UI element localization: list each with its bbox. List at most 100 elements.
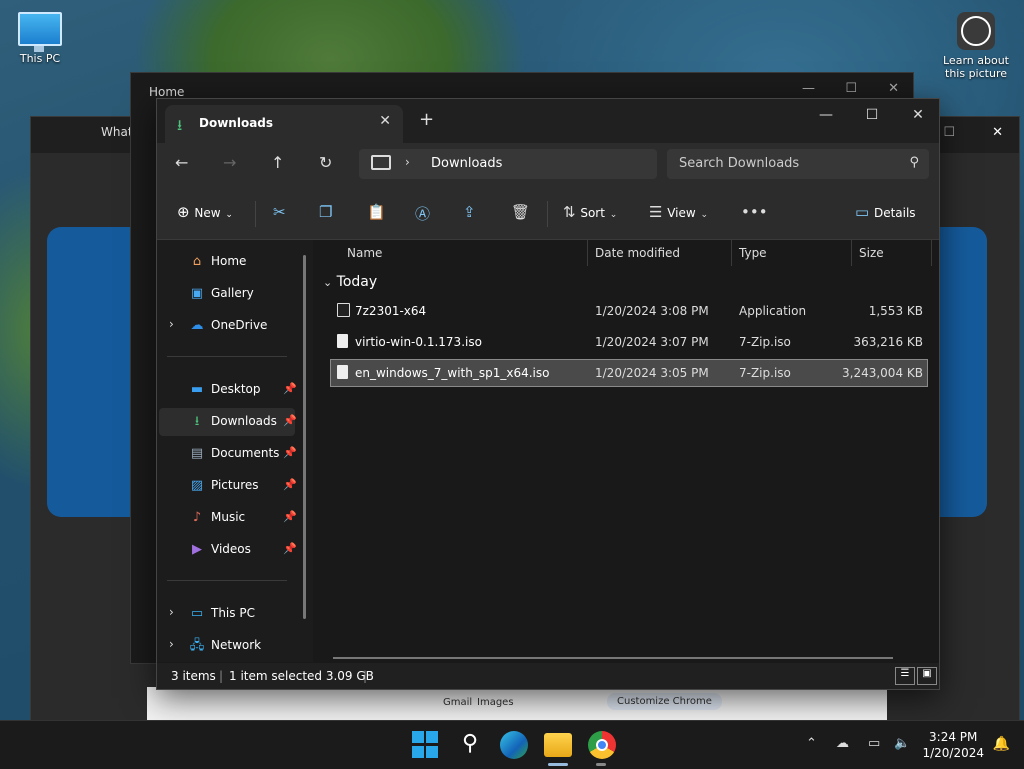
network-icon: 🖧 <box>189 638 205 653</box>
maximize-icon[interactable]: ☐ <box>857 107 887 123</box>
search-icon: ⚲ <box>909 155 919 170</box>
chevron-right-icon[interactable]: › <box>169 605 174 619</box>
gallery-icon: ▣ <box>190 286 204 301</box>
maximize-icon[interactable]: ☐ <box>943 125 955 140</box>
sidebar-item-this-pc[interactable]: › ▭ This PC <box>159 600 295 628</box>
search-icon[interactable]: ⚲ <box>456 731 484 759</box>
column-date-modified[interactable]: Date modified <box>595 246 680 260</box>
sidebar-item-videos[interactable]: ▶ Videos 📌 <box>159 536 297 564</box>
pin-icon[interactable]: 📌 <box>283 446 297 459</box>
chrome-footer-bar: Gmail Images Customize Chrome <box>147 687 887 721</box>
active-indicator <box>548 763 568 766</box>
back-icon[interactable]: ← <box>175 153 188 172</box>
tab-downloads[interactable]: ⭳ Downloads ✕ <box>165 105 403 143</box>
desktop-icon: ▬ <box>190 382 204 397</box>
sidebar-item-onedrive[interactable]: › ☁ OneDrive <box>159 312 295 340</box>
rename-icon[interactable]: Ⓐ <box>415 203 430 224</box>
sidebar-item-home[interactable]: ⌂ Home <box>159 248 295 276</box>
close-tab-icon[interactable]: ✕ <box>379 113 391 129</box>
tiles-view-icon[interactable]: ▣ <box>917 667 937 685</box>
sidebar-item-desktop[interactable]: ▬ Desktop 📌 <box>159 376 297 404</box>
monitor-icon <box>18 12 62 52</box>
chrome-tab[interactable]: What <box>101 125 133 139</box>
more-options-icon[interactable]: ••• <box>741 203 768 221</box>
application-icon <box>337 303 350 317</box>
system-clock[interactable]: 3:24 PM 1/20/2024 <box>922 729 984 761</box>
onedrive-icon[interactable]: ☁ <box>836 736 849 751</box>
new-tab-icon[interactable]: + <box>419 109 434 130</box>
sidebar-item-downloads[interactable]: ⭳ Downloads 📌 <box>159 408 297 436</box>
paste-icon[interactable]: 📋 <box>367 203 386 221</box>
edge-icon[interactable] <box>500 731 528 759</box>
customize-chrome-button[interactable]: Customize Chrome <box>607 693 722 710</box>
file-explorer-icon[interactable] <box>544 733 572 757</box>
home-icon: ⌂ <box>192 254 202 269</box>
group-header-today[interactable]: ⌄ Today <box>323 274 377 290</box>
start-button[interactable] <box>412 731 440 759</box>
table-row-selected[interactable]: en_windows_7_with_sp1_x64.iso 1/20/2024 … <box>330 359 928 387</box>
title-bar: ⭳ Downloads ✕ + — ☐ ✕ <box>157 99 939 143</box>
chevron-right-icon[interactable]: › <box>169 637 174 651</box>
status-bar: 3 items | 1 item selected 3.09 GB | ☰ ▣ <box>157 663 939 689</box>
details-button[interactable]: ▭ Details <box>855 203 916 221</box>
home-tab[interactable]: Home <box>149 85 184 99</box>
chevron-right-icon[interactable]: › <box>169 317 174 331</box>
notification-bell-icon[interactable]: 🔔 <box>993 736 1010 752</box>
volume-icon[interactable]: 🔈 <box>894 736 910 751</box>
delete-icon[interactable]: 🗑 <box>511 203 530 221</box>
network-icon[interactable]: ▭ <box>868 736 880 751</box>
column-type[interactable]: Type <box>739 246 767 260</box>
pin-icon[interactable]: 📌 <box>283 414 297 427</box>
download-icon: ⭳ <box>177 116 183 134</box>
pin-icon[interactable]: 📌 <box>283 478 297 491</box>
selection-info: 1 item selected 3.09 GB <box>229 669 374 683</box>
breadcrumb-downloads[interactable]: Downloads <box>431 156 502 171</box>
up-icon[interactable]: ↑ <box>271 153 284 172</box>
address-bar[interactable]: › Downloads <box>359 149 657 179</box>
file-list: Name Date modified Type Size ⌄ Today 7z2… <box>315 240 937 662</box>
minimize-icon[interactable]: — <box>811 107 841 123</box>
pictures-icon: ▨ <box>190 478 204 493</box>
column-size[interactable]: Size <box>859 246 884 260</box>
close-icon[interactable]: ✕ <box>903 107 933 123</box>
view-button[interactable]: ☰ View ⌄ <box>649 203 708 221</box>
cut-icon[interactable]: ✂ <box>273 203 286 221</box>
minimize-icon[interactable]: — <box>802 81 815 96</box>
camera-icon <box>957 12 995 50</box>
cloud-icon: ☁ <box>190 318 204 333</box>
table-row[interactable]: 7z2301-x64 1/20/2024 3:08 PM Application… <box>331 298 927 324</box>
new-button[interactable]: ⊕ New ⌄ <box>177 203 233 221</box>
table-row[interactable]: virtio-win-0.1.173.iso 1/20/2024 3:07 PM… <box>331 329 927 355</box>
sidebar-item-documents[interactable]: ▤ Documents 📌 <box>159 440 297 468</box>
chevron-right-icon[interactable]: › <box>405 155 410 169</box>
navigation-pane: ⌂ Home ▣ Gallery › ☁ OneDrive ▬ Desktop … <box>157 240 313 662</box>
pc-icon: ▭ <box>190 606 204 621</box>
monitor-icon <box>371 155 391 170</box>
desktop-icon-learn-about-picture[interactable]: Learn about this picture <box>938 12 1014 80</box>
sort-button[interactable]: ⇅ Sort ⌄ <box>563 203 617 221</box>
sidebar-item-gallery[interactable]: ▣ Gallery <box>159 280 295 308</box>
chrome-icon[interactable] <box>588 731 616 759</box>
sidebar-item-pictures[interactable]: ▨ Pictures 📌 <box>159 472 297 500</box>
file-explorer-window[interactable]: ⭳ Downloads ✕ + — ☐ ✕ ← → ↑ ↻ › Download… <box>156 98 940 690</box>
sidebar-item-music[interactable]: ♪ Music 📌 <box>159 504 297 532</box>
horizontal-scrollbar[interactable] <box>333 657 893 659</box>
close-icon[interactable]: ✕ <box>888 81 899 96</box>
refresh-icon[interactable]: ↻ <box>319 153 332 172</box>
pin-icon[interactable]: 📌 <box>283 510 297 523</box>
details-view-icon[interactable]: ☰ <box>895 667 915 685</box>
search-input[interactable]: Search Downloads ⚲ <box>667 149 929 179</box>
pin-icon[interactable]: 📌 <box>283 542 297 555</box>
column-name[interactable]: Name <box>347 246 382 260</box>
sidebar-scrollbar[interactable] <box>303 255 306 619</box>
pin-icon[interactable]: 📌 <box>283 382 297 395</box>
share-icon[interactable]: ⇪ <box>463 203 476 221</box>
maximize-icon[interactable]: ☐ <box>845 81 857 96</box>
sidebar-item-network[interactable]: › 🖧 Network <box>159 632 295 660</box>
chevron-up-icon[interactable]: ⌃ <box>806 736 817 751</box>
forward-icon[interactable]: → <box>223 153 236 172</box>
copy-icon[interactable]: ❐ <box>319 203 332 221</box>
taskbar: ⚲ ⌃ ☁ ▭ 🔈 3:24 PM 1/20/2024 🔔 <box>0 720 1024 769</box>
close-icon[interactable]: ✕ <box>992 125 1003 140</box>
desktop-icon-this-pc[interactable]: This PC <box>10 12 70 65</box>
